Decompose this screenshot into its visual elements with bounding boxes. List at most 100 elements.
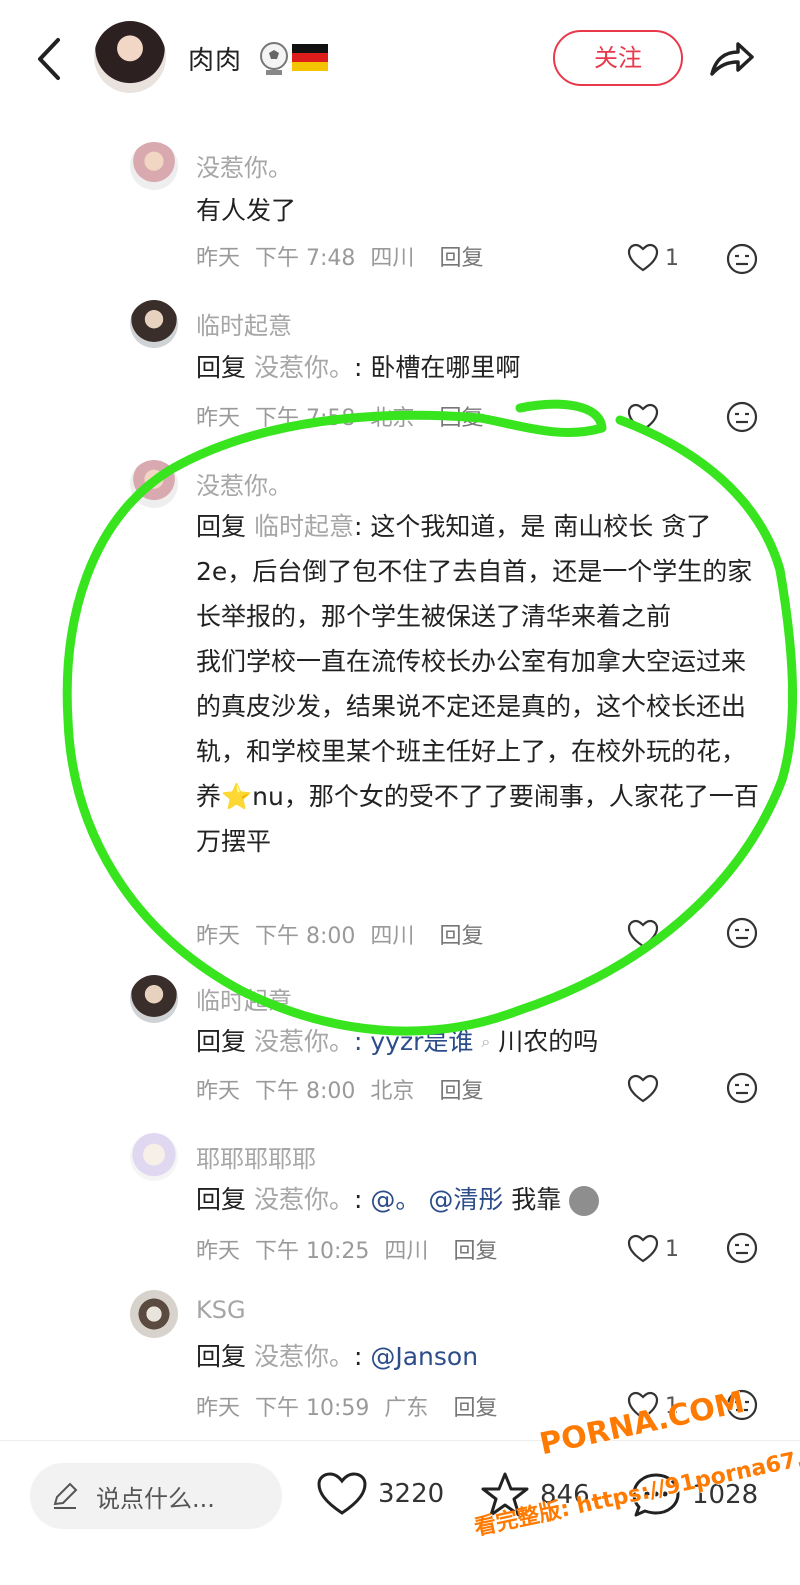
like-button[interactable]: 1 — [627, 242, 679, 274]
reply-button[interactable]: 回复 — [439, 924, 483, 949]
sad-emoji-icon — [569, 1186, 600, 1216]
like-button[interactable] — [627, 402, 659, 434]
like-button[interactable] — [627, 1073, 659, 1105]
comment-meta: 昨天 下午 10:25 四川 回复 — [196, 1233, 497, 1265]
comment-text: 回复 没惹你。: @Janson — [196, 1334, 766, 1379]
comment-location: 广东 — [384, 1396, 429, 1421]
comment-text: 有人发了 — [196, 188, 766, 233]
commenter-name[interactable]: 临时起意 — [196, 981, 292, 1016]
post-like-button[interactable]: 3220 — [316, 1471, 444, 1517]
commenter-avatar[interactable] — [130, 1290, 178, 1338]
reply-target[interactable]: 临时起意 — [254, 512, 354, 541]
comment-location: 北京 — [370, 1079, 415, 1104]
mention-link[interactable]: @。 — [370, 1185, 420, 1214]
reply-button[interactable]: 回复 — [439, 406, 483, 431]
commenter-avatar[interactable] — [130, 300, 178, 348]
reply-button[interactable]: 回复 — [439, 246, 483, 271]
comment-time: 下午 10:59 — [255, 1396, 370, 1421]
commenter-avatar[interactable] — [130, 975, 178, 1023]
reply-button[interactable]: 回复 — [453, 1396, 497, 1421]
comment-time: 下午 8:00 — [255, 1079, 356, 1104]
dislike-face-icon[interactable] — [725, 400, 759, 434]
comment-location: 北京 — [370, 406, 415, 431]
commenter-avatar[interactable] — [130, 1133, 178, 1181]
reply-prefix: 回复 — [196, 1185, 247, 1214]
reply-target[interactable]: 没惹你。 — [254, 353, 354, 382]
commenter-name[interactable]: KSG — [196, 1296, 246, 1324]
comment-input[interactable]: 说点什么... — [30, 1463, 282, 1529]
heart-icon — [627, 403, 659, 432]
heart-icon — [627, 1234, 659, 1263]
reply-target[interactable]: 没惹你。 — [254, 1342, 354, 1371]
comment-date: 昨天 — [196, 1396, 241, 1421]
comment-date: 昨天 — [196, 924, 241, 949]
comment-time: 下午 8:00 — [255, 924, 356, 949]
dislike-face-icon[interactable] — [725, 242, 759, 276]
comment-date: 昨天 — [196, 246, 241, 271]
reply-prefix: 回复 — [196, 353, 247, 382]
dislike-face-icon[interactable] — [725, 1231, 759, 1265]
comment-text: 回复 没惹你。: @。 @清彤 我靠 — [196, 1177, 766, 1222]
comment-time: 下午 7:58 — [255, 406, 356, 431]
bottom-action-bar: 说点什么... 3220 846 1028 — [0, 1440, 800, 1585]
comment-content: 有人发了 — [196, 196, 297, 225]
comment-meta: 昨天 下午 10:59 广东 回复 — [196, 1390, 497, 1422]
like-button[interactable] — [627, 918, 659, 950]
commenter-name[interactable]: 临时起意 — [196, 306, 292, 341]
comment-date: 昨天 — [196, 406, 241, 431]
post-like-count: 3220 — [378, 1479, 445, 1509]
comment-meta: 昨天 下午 7:48 四川 回复 — [196, 240, 483, 272]
comment-content: : yyzr是谁 — [353, 1027, 474, 1056]
comment-content-tail: 川农的吗 — [498, 1027, 599, 1056]
comment-text: 回复 临时起意: 这个我知道，是 南山校长 贪了2e，后台倒了包不住了去自首，还… — [196, 504, 766, 864]
commenter-name[interactable]: 没惹你。 — [196, 466, 292, 501]
comment-content: : — [353, 1342, 371, 1371]
heart-icon — [627, 1074, 659, 1103]
pencil-icon — [53, 1482, 78, 1509]
reply-prefix: 回复 — [196, 512, 247, 541]
comment-meta: 昨天 下午 8:00 四川 回复 — [196, 918, 483, 950]
commenter-name[interactable]: 耶耶耶耶耶 — [196, 1139, 316, 1174]
comment-text: 回复 没惹你。: 卧槽在哪里啊 — [196, 345, 766, 390]
commenter-avatar[interactable] — [130, 142, 178, 190]
reply-button[interactable]: 回复 — [453, 1239, 497, 1264]
comment-meta: 昨天 下午 8:00 北京 回复 — [196, 1073, 483, 1105]
like-button[interactable]: 1 — [627, 1233, 679, 1265]
dislike-face-icon[interactable] — [725, 1071, 759, 1105]
comment-content: : — [353, 1185, 371, 1214]
post-header: 肉肉 关注 — [0, 0, 800, 115]
reply-prefix: 回复 — [196, 1027, 247, 1056]
comment-content-tail: 我靠 — [511, 1185, 562, 1214]
football-germany-badge-icon — [260, 42, 328, 75]
comment-text: 回复 没惹你。: yyzr是谁 ⌕ 川农的吗 — [196, 1019, 766, 1064]
reply-prefix: 回复 — [196, 1342, 247, 1371]
comment-content: : 卧槽在哪里啊 — [353, 353, 521, 382]
author-name[interactable]: 肉肉 — [188, 40, 242, 77]
heart-icon — [627, 243, 659, 272]
like-count: 1 — [665, 1236, 679, 1262]
mention-link[interactable]: @清彤 — [428, 1185, 503, 1214]
comment-date: 昨天 — [196, 1079, 241, 1104]
like-count: 1 — [665, 245, 679, 271]
commenter-avatar[interactable] — [130, 460, 178, 508]
follow-button[interactable]: 关注 — [553, 30, 683, 86]
heart-icon — [317, 1472, 367, 1515]
dislike-face-icon[interactable] — [725, 916, 759, 950]
comment-meta: 昨天 下午 7:58 北京 回复 — [196, 400, 483, 432]
comment-location: 四川 — [370, 924, 415, 949]
author-avatar[interactable] — [94, 21, 166, 93]
back-arrow-icon[interactable] — [30, 34, 70, 84]
comment-input-placeholder: 说点什么... — [96, 1485, 215, 1513]
share-icon[interactable] — [706, 36, 758, 80]
comment-location: 四川 — [384, 1239, 429, 1264]
heart-icon — [627, 919, 659, 948]
mention-link[interactable]: @Janson — [370, 1342, 478, 1371]
comment-date: 昨天 — [196, 1239, 241, 1264]
reply-target[interactable]: 没惹你。 — [254, 1027, 354, 1056]
comment-content-paragraph: 我们学校一直在流传校长办公室有加拿大空运过来的真皮沙发，结果说不定还是真的，这个… — [196, 647, 759, 856]
reply-button[interactable]: 回复 — [439, 1079, 483, 1104]
commenter-name[interactable]: 没惹你。 — [196, 148, 292, 183]
reply-target[interactable]: 没惹你。 — [254, 1185, 354, 1214]
search-hint-icon: ⌕ — [481, 1032, 491, 1051]
comment-location: 四川 — [370, 246, 415, 271]
